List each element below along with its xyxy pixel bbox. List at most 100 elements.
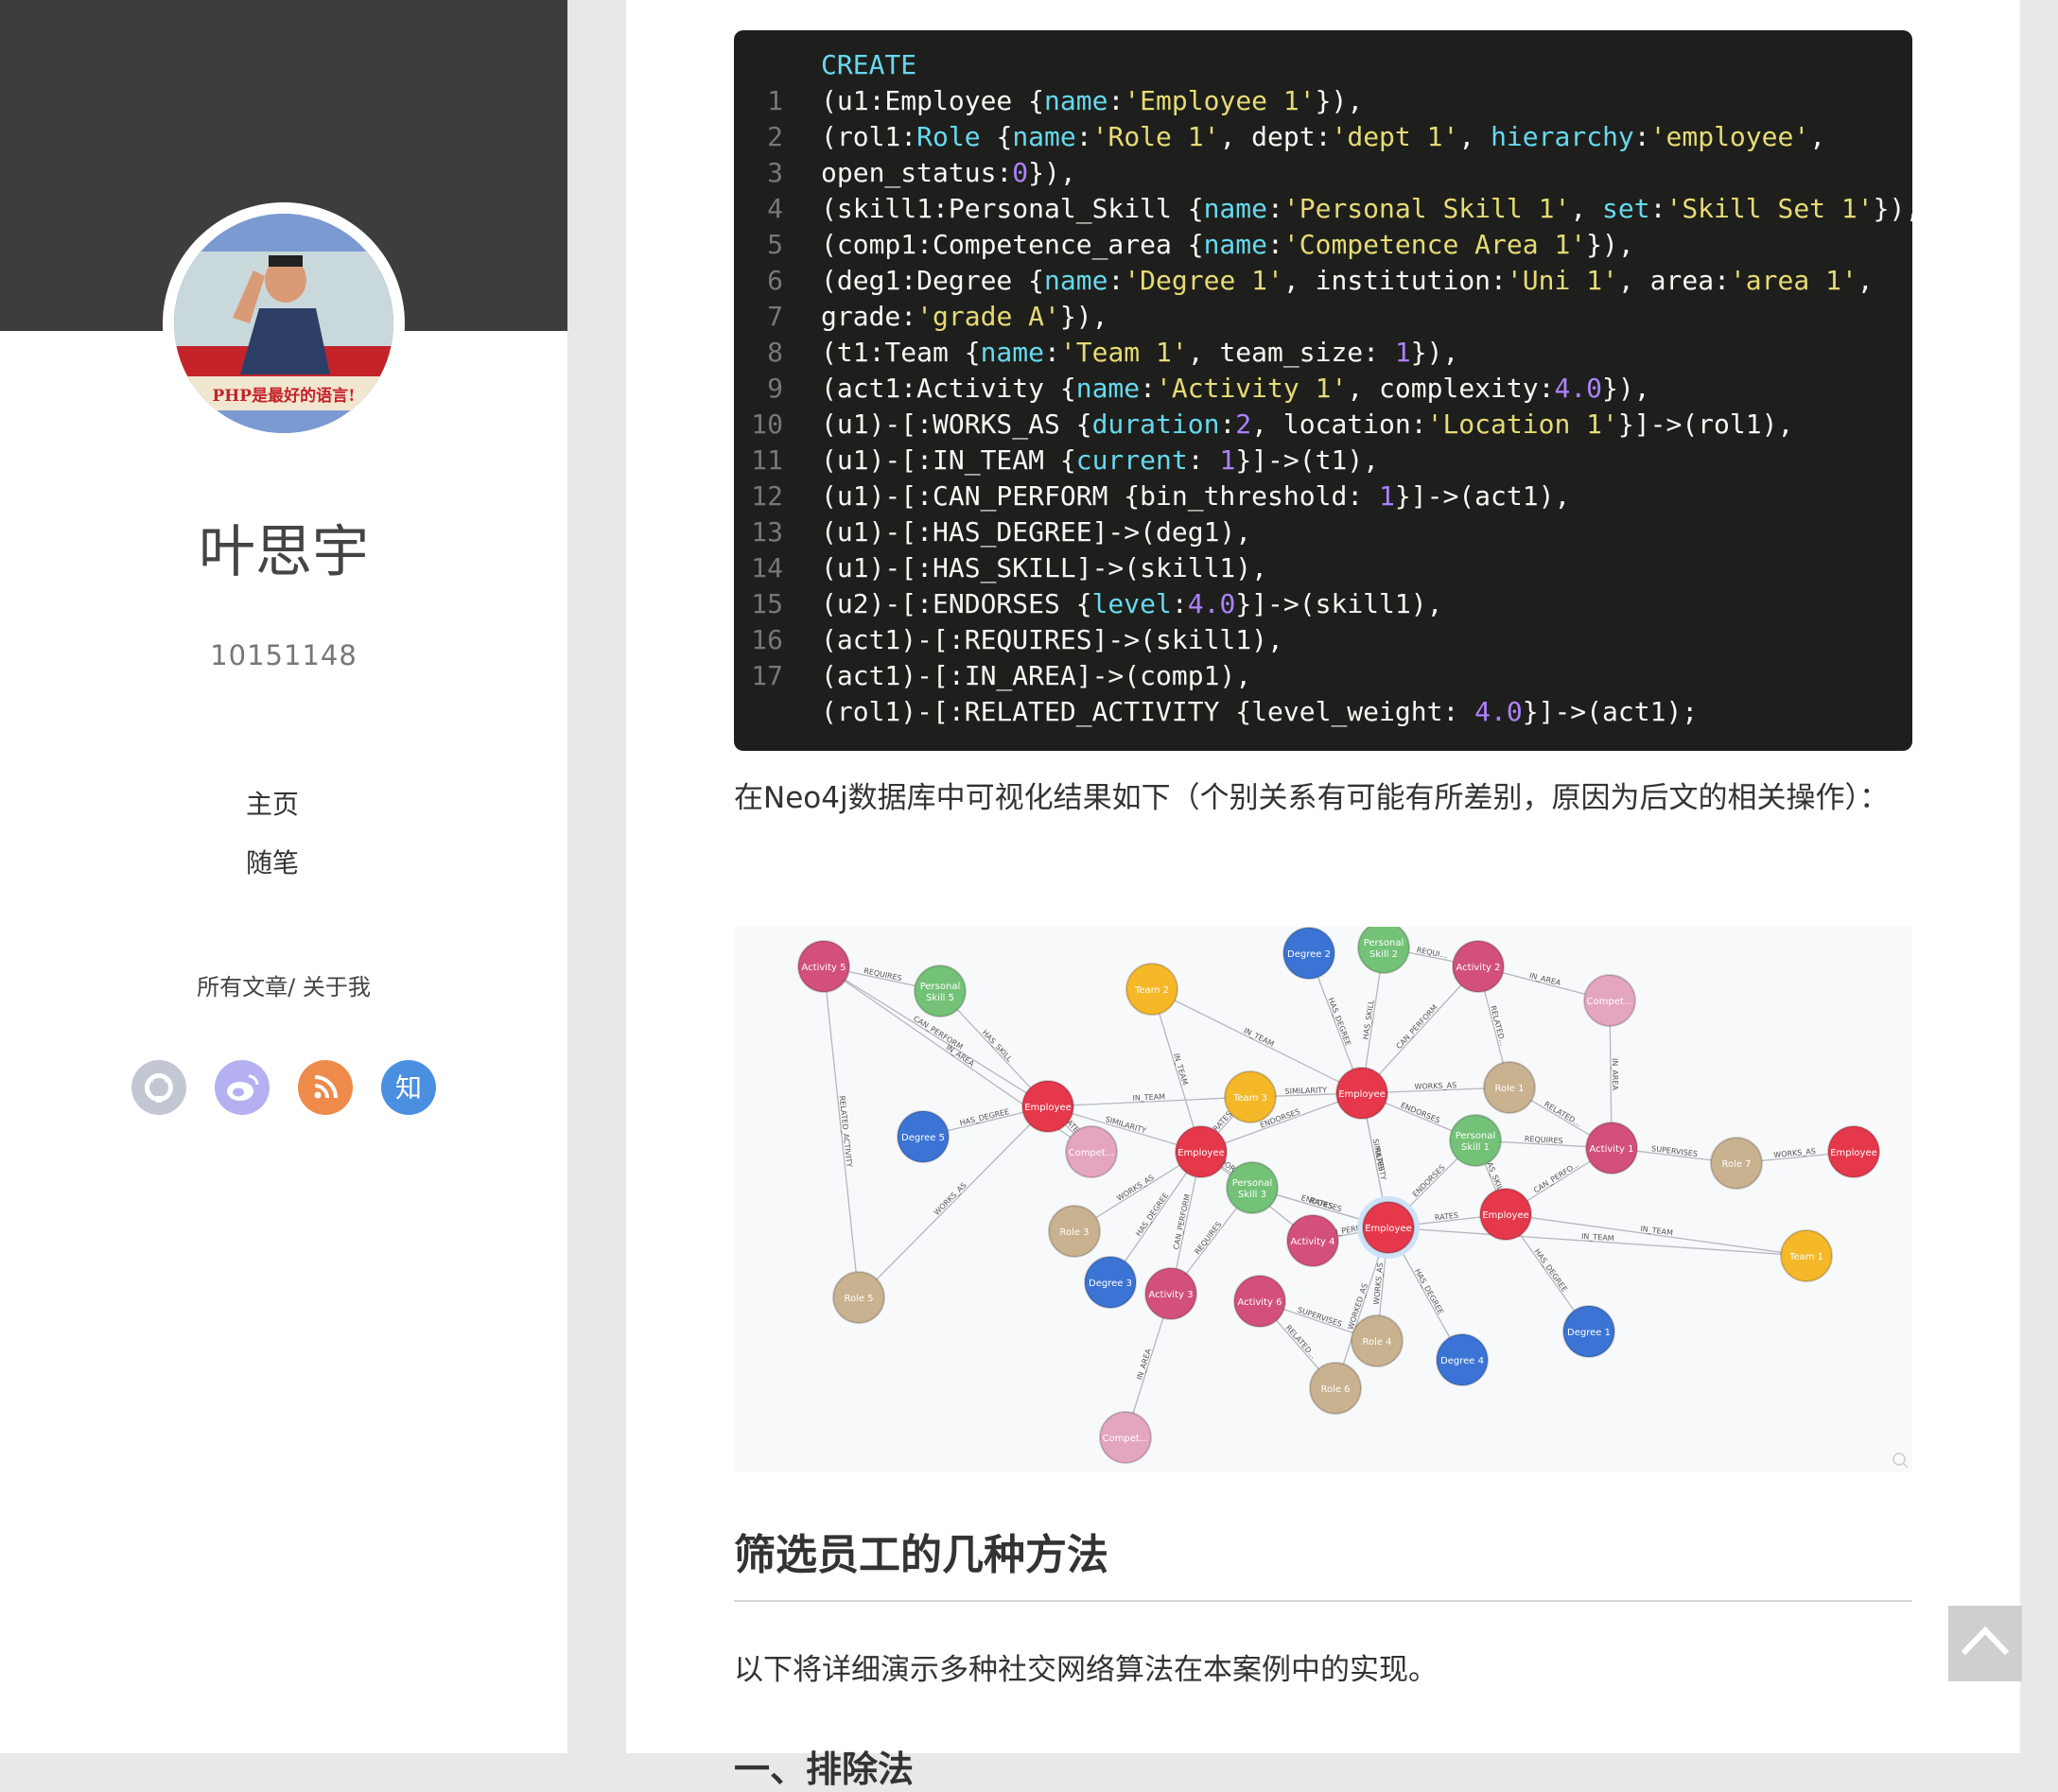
nav-essays-link[interactable]: 随笔 (246, 834, 299, 893)
code-text: (u1)-[:IN_TEAM {current: 1}]->(t1), (821, 444, 1380, 476)
zhihu-icon[interactable]: 知 (381, 1060, 436, 1115)
github-mark (145, 1073, 173, 1103)
code-text: (deg1:Degree {name:'Degree 1', instituti… (821, 265, 1874, 296)
code-text: (u2)-[:ENDORSES {level:4.0}]->(skill1), (821, 588, 1443, 619)
code-line: 3 open_status:0}), (734, 155, 1912, 191)
code-line: 7 grade:'grade A'}), (734, 299, 1912, 335)
links-separator: / (288, 974, 303, 1000)
nav-home-link[interactable]: 主页 (246, 775, 299, 834)
code-line: 2 (rol1:Role {name:'Role 1', dept:'dept 1… (734, 119, 1912, 155)
line-number: 16 (751, 624, 783, 655)
graph-edge-label: RELATED_ACTIVITY (838, 1095, 854, 1168)
graph-node-label: Employee (1177, 1148, 1225, 1158)
graph-node-label: Skill 3 (1238, 1190, 1266, 1200)
graph-node-label: Compet... (1587, 997, 1633, 1007)
avatar-image: PHP是最好的语言! (174, 214, 393, 433)
subsection-heading: 一、排除法 (734, 1749, 915, 1790)
graph-node-label: Personal (1364, 938, 1404, 948)
line-number: 4 (767, 193, 783, 224)
graph-edge-label: HAS_SKILL (1361, 999, 1375, 1040)
line-number: 11 (751, 444, 783, 476)
graph-edge-label: IN_AREA (1528, 971, 1562, 987)
graph-node-label: Activity 1 (1590, 1144, 1634, 1155)
graph-node-label: Personal (920, 982, 961, 992)
code-text: (u1)-[:HAS_DEGREE]->(deg1), (821, 516, 1252, 548)
zoom-icon[interactable] (1892, 1453, 1909, 1469)
avatar[interactable]: PHP是最好的语言! (174, 214, 393, 433)
graph-node-label: Degree 1 (1567, 1328, 1611, 1338)
graph-node-label: Compet... (1069, 1148, 1115, 1158)
graph-edge-label: CAN_PERFORM (1172, 1193, 1192, 1250)
code-line: (rol1)-[:RELATED_ACTIVITY {level_weight:… (734, 694, 1912, 730)
chevron-up-icon (1961, 1626, 2010, 1656)
graph-node-label: Degree 4 (1440, 1356, 1484, 1366)
sidebar-links: 所有文章/ 关于我 (0, 968, 567, 1001)
line-number: 6 (767, 265, 783, 296)
code-text: (u1)-[:CAN_PERFORM {bin_threshold: 1}]->… (821, 480, 1571, 512)
graph-node-label: Personal (1232, 1178, 1273, 1189)
graph-edge-label: IN_TEAM (1172, 1053, 1190, 1087)
graph-node-label: Degree 3 (1089, 1279, 1132, 1289)
graph-node-label: Employee (1830, 1148, 1877, 1158)
line-number: 12 (751, 480, 783, 512)
code-line: 9 (act1:Activity {name:'Activity 1', comp… (734, 371, 1912, 407)
code-text: grade:'grade A'}), (821, 301, 1108, 332)
graph-node-label: Employee (1482, 1210, 1529, 1221)
paragraph-algorithms: 以下将详细演示多种社交网络算法在本案例中的实现。 (734, 1653, 1438, 1687)
line-number: 2 (767, 121, 783, 152)
graph-edge-label: HAS_DEGREE (1413, 1267, 1445, 1315)
graph-edge-label: HAS_DEGREE (1532, 1247, 1568, 1294)
graph-edge-label: HAS_DEGREE (1134, 1192, 1170, 1238)
code-line: 12 (u1)-[:CAN_PERFORM {bin_threshold: 1}]… (734, 478, 1912, 514)
graph-edge-label: HAS_DEGREE (959, 1107, 1010, 1127)
code-line: CREATE (734, 47, 1912, 83)
graph-edge-label: IN_AREA (1611, 1058, 1619, 1091)
code-line: 5 (comp1:Competence_area {name:'Competenc… (734, 227, 1912, 263)
graph-edge-label: CAN_PERFORM (1395, 1003, 1439, 1051)
graph-edge-label: HAS_SKILL (981, 1028, 1015, 1063)
author-id: 10151148 (210, 639, 358, 671)
graph-edge-label: REQUI... (1416, 946, 1448, 960)
line-number: 14 (751, 552, 783, 583)
all-posts-link[interactable]: 所有文章 (197, 974, 288, 1000)
graph-node-label: Compet... (1103, 1434, 1149, 1444)
graph-node-label: Team 1 (1788, 1252, 1823, 1262)
code-line: 17 (act1)-[:IN_AREA]->(comp1), (734, 658, 1912, 694)
line-number: 3 (767, 157, 783, 188)
github-icon[interactable] (131, 1060, 186, 1115)
line-number: 13 (751, 516, 783, 548)
rss-icon[interactable] (298, 1060, 353, 1115)
code-text: (t1:Team {name:'Team 1', team_size: 1}), (821, 337, 1459, 368)
line-number: 7 (767, 301, 783, 332)
line-number: 9 (767, 373, 783, 404)
code-block: CREATE 1 (u1:Employee {name:'Employee 1'})… (734, 30, 1912, 751)
line-number: 17 (751, 660, 783, 691)
code-line: 10 (u1)-[:WORKS_AS {duration:2, location:… (734, 407, 1912, 443)
code-text: (u1:Employee {name:'Employee 1'}), (821, 85, 1364, 116)
code-text: (u1)-[:WORKS_AS {duration:2, location:'L… (821, 409, 1794, 440)
avatar-caption: PHP是最好的语言! (212, 386, 355, 406)
graph-edge (1387, 1227, 1807, 1257)
graph-edge-label: RATES (1309, 1196, 1334, 1211)
code-line: 14 (u1)-[:HAS_SKILL]->(skill1), (734, 550, 1912, 586)
graph-edge-label: IN_AREA (1135, 1348, 1153, 1382)
graph-node-label: Skill 5 (926, 993, 954, 1003)
zhihu-glyph: 知 (395, 1072, 422, 1104)
graph-node-label: Activity 3 (1149, 1290, 1194, 1300)
page-right-margin (2020, 0, 2058, 1753)
line-number: 8 (767, 337, 783, 368)
graph-edge-label: SIMILARITY (1284, 1086, 1327, 1095)
about-link[interactable]: 关于我 (303, 974, 371, 1000)
weibo-mark (227, 1074, 259, 1101)
line-number: 10 (751, 409, 783, 440)
code-line: 6 (deg1:Degree {name:'Degree 1', institut… (734, 263, 1912, 299)
back-to-top-button[interactable] (1948, 1606, 2022, 1681)
graph-edge-label: RELATED... (1543, 1100, 1582, 1128)
graph-edge-label: ENDORSES (1411, 1163, 1447, 1199)
code-line: 13 (u1)-[:HAS_DEGREE]->(deg1), (734, 514, 1912, 550)
graph-node-label: Activity 2 (1456, 963, 1501, 973)
graph-edge-label: REQUIRES (863, 966, 903, 983)
weibo-icon[interactable] (215, 1060, 270, 1115)
code-line: 16 (act1)-[:REQUIRES]->(skill1), (734, 622, 1912, 658)
graph-edge-label: CAN_PERFO... (1532, 1160, 1580, 1195)
